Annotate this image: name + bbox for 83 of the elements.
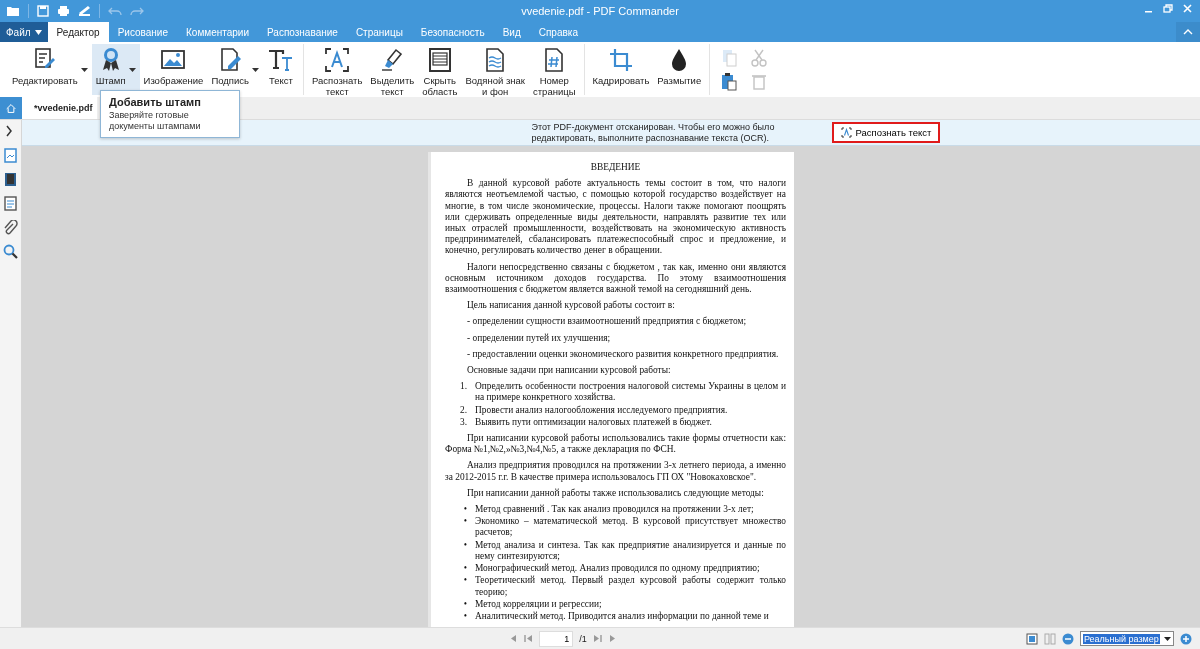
paragraph: При написании данной работы также использовались следующие методы: — [466, 487, 765, 500]
print-icon[interactable] — [57, 5, 70, 17]
list-item-text: Экономико – математической метод. В курсовой присутствует множество расчетов; — [475, 516, 786, 539]
toolbar-button[interactable]: Распознать текст — [308, 44, 367, 95]
toolbar-button[interactable]: Кадрировать — [588, 44, 654, 95]
list-marker: • — [462, 504, 468, 516]
home-button[interactable] — [0, 97, 22, 119]
list-item-text: Метод сравнений . Так как анализ проводился на протяжении 3-х лет; — [475, 504, 755, 516]
last-page-icon[interactable] — [592, 634, 602, 643]
toolbar-button[interactable]: Выделить текст — [366, 44, 419, 95]
paragraph: Основные задачи при написании курсовой работы: — [466, 365, 672, 377]
first-page-icon[interactable] — [524, 634, 534, 643]
list-item-text: Метод анализа и синтеза. Так как предприятие анализируется и данные по нему синтезируются; — [475, 539, 786, 563]
menu-tab[interactable]: Редактор — [47, 22, 109, 42]
list-item-text: Аналитический метод. Приводится анализ информации по данной теме и — [475, 610, 770, 623]
list-marker: • — [462, 575, 468, 588]
caret-icon — [34, 29, 42, 35]
toolbar-button[interactable]: Подпись — [207, 44, 263, 95]
notice-text: Этот PDF-документ отсканирован. Чтобы его можно было редактировать, выполните распознавание текста (OCR). — [531, 121, 776, 144]
paragraph: - определении сущности взаимоотношений предприятия с бюджетом; — [466, 316, 748, 328]
document-heading: ВВЕДЕНИЕ — [589, 162, 642, 174]
list-marker: 1. — [458, 381, 468, 394]
toolbar-button[interactable]: Водяной знак и фон — [461, 44, 529, 95]
text-scan-icon — [840, 127, 852, 138]
list-marker: 2. — [458, 404, 468, 416]
recognize-text-button[interactable]: Распознать текст — [831, 122, 941, 143]
list-marker: • — [462, 516, 468, 529]
paragraph: - определении путей их улучшения; — [466, 332, 612, 344]
zoom-dropdown[interactable]: Реальный размер — [1080, 631, 1174, 646]
page-thumbnail-icon[interactable] — [3, 148, 18, 163]
close-icon[interactable] — [1183, 4, 1192, 13]
toolbar-button[interactable]: Размытие — [653, 44, 706, 95]
list-marker: 3. — [458, 416, 468, 429]
list-marker: • — [462, 563, 468, 575]
list-item-text: Выявить пути оптимизации налоговых платежей в бюджет. — [475, 416, 713, 429]
toolbar-button[interactable]: Редактировать — [8, 44, 92, 95]
paragraph: Цель написания данной курсовой работы состоит в: — [466, 300, 676, 312]
list-marker: • — [462, 598, 468, 610]
paragraph: В данной курсовой работе актуальность темы состоит в том, что налоги являются неотъемлемой частью, с помощью которой государство воздействует на многие, в том числе экономические, процессы. Налоги также помогают поощрять или сдерживать определенные виды деятельности, направлять развитие тех или иных отраслей промышленности, воздействовать на экономическую активность предпринимателей, сбалансировать платежеспособный спрос и предложение, и конечно, регулировать количество денег в обращении. — [445, 178, 786, 257]
book-icon[interactable] — [3, 172, 18, 187]
two-pages-icon[interactable] — [1044, 632, 1056, 645]
zoom-in-icon[interactable] — [1180, 632, 1192, 645]
toolbar-button[interactable]: Изображение — [139, 44, 208, 95]
folder-icon[interactable] — [6, 5, 20, 17]
toolbar-button[interactable]: Скрыть область — [418, 44, 462, 95]
home-icon — [6, 101, 16, 115]
list-item-text: Монографический метод. Анализ проводился по одному предприятию; — [475, 563, 761, 575]
document-tab[interactable]: *vvedenie.pdf — [22, 97, 97, 119]
zoom-out-icon[interactable] — [1062, 632, 1074, 645]
chevron-up-icon — [1183, 29, 1193, 35]
notes-icon[interactable] — [3, 196, 18, 211]
text-scan-icon — [323, 46, 352, 72]
paragraph: Анализ предприятия проводился на протяжении 3-х летнего периода, а именно за 2012-2015 г.г. В качестве примера использовалось ГП ОХ "Новокаховское". — [445, 460, 786, 483]
collapse-ribbon-button[interactable] — [1176, 22, 1200, 42]
toolbar-button[interactable]: Текст — [263, 44, 299, 95]
list-item-text: Определить особенности построения налоговой системы Украины в целом и на примере конкретного хозяйства. — [475, 381, 786, 404]
undo-icon[interactable] — [108, 6, 122, 16]
caret-icon — [1164, 636, 1171, 641]
search-icon[interactable] — [3, 244, 18, 259]
page-number-field[interactable]: 1 — [539, 630, 574, 647]
list-marker: • — [462, 539, 468, 552]
list-item-text: Провести анализ налогообложения исследуемого предприятия. — [475, 404, 729, 416]
tooltip-text: Заверяйте готовые документы штампами — [109, 110, 202, 132]
redo-icon[interactable] — [130, 6, 144, 16]
tooltip-title: Добавить штамп — [109, 96, 202, 108]
list-item-text: Теоретический метод. Первый раздел курсовой работы содержит только теорию; — [475, 575, 786, 598]
paperclip-icon[interactable] — [3, 220, 18, 235]
list-item-text: Метод корреляции и регрессии; — [475, 598, 603, 610]
file-menu-button[interactable]: Файл — [0, 22, 48, 42]
page-count: /1 — [579, 633, 587, 644]
save-icon[interactable] — [37, 5, 49, 17]
single-page-icon[interactable] — [1026, 632, 1038, 645]
toolbar-button[interactable]: Штамп — [91, 44, 140, 95]
list-marker: • — [462, 610, 468, 623]
paragraph: При написании курсовой работы использовались такие формы отчетности как: Форма №1,№2,»№3,№4,№5, а также декларация по ФСН. — [445, 433, 786, 456]
next-arrow-icon[interactable] — [607, 634, 617, 643]
paragraph: - предоставлении оценки экономического развития конкретного предприятия. — [466, 348, 780, 361]
paste-clipboard-icon[interactable] — [720, 71, 739, 91]
paragraph: Налоги непосредственно связаны с бюджетом , так как, именно они являются основным источником доходов государства. По этому взаимоотношения взаимоотношения с бюджетом является важной темой на сегодняшний день. — [445, 261, 786, 296]
previous-arrow-icon[interactable] — [509, 634, 519, 643]
restore-icon[interactable] — [1163, 4, 1173, 13]
toolbar-button[interactable]: Номер страницы — [529, 44, 580, 95]
window-title: vvedenie.pdf - PDF Commander — [521, 5, 679, 17]
